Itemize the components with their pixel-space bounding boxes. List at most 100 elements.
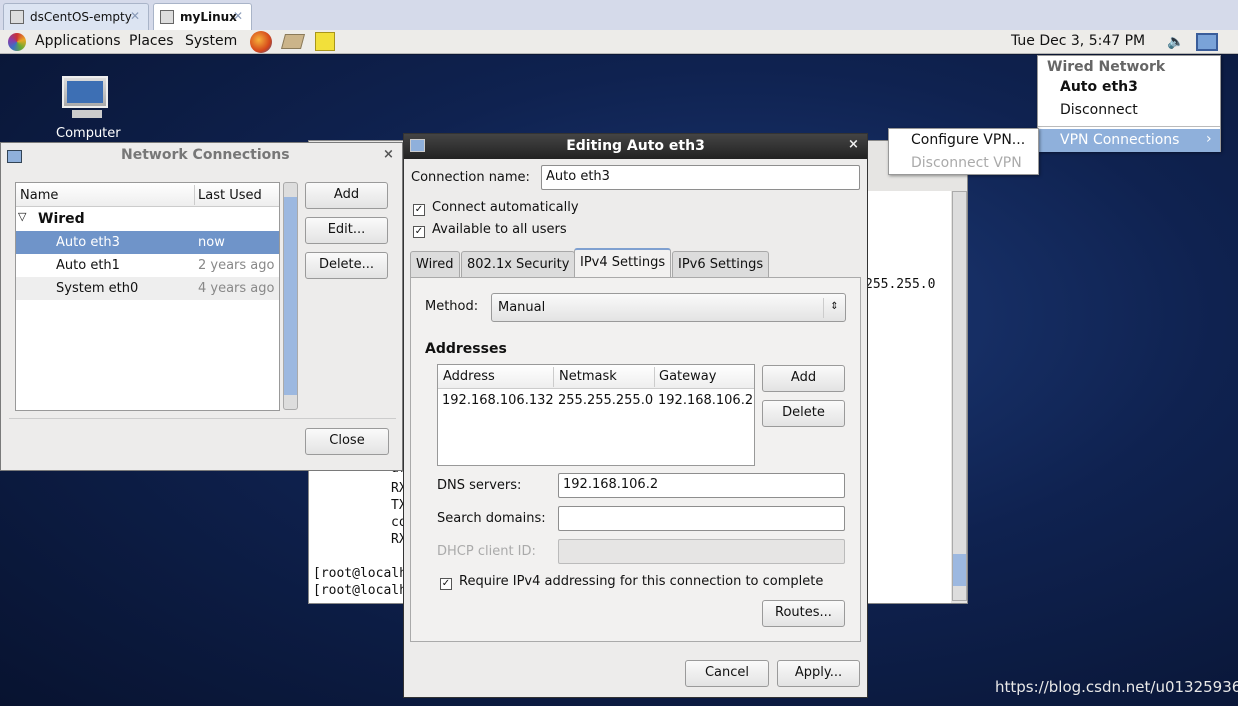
list-scrollbar[interactable] [283,182,298,410]
network-icon[interactable] [1196,33,1218,51]
require-ipv4-checkbox[interactable]: ✓ Require IPv4 addressing for this connec… [440,574,823,590]
menu-item-configure-vpn[interactable]: Configure VPN... [911,132,1025,148]
vm-tab-bar: dsCentOS-empty ✕ myLinux ✕ [0,0,1238,30]
close-button[interactable]: Close [305,428,389,455]
connections-list: Name Last Used ▽ Wired Auto eth3 now Aut… [15,182,280,411]
row-name: Auto eth1 [56,258,120,273]
column-header-netmask[interactable]: Netmask [559,369,617,384]
places-menu[interactable]: Places [129,33,174,49]
column-header-last-used[interactable]: Last Used [198,188,262,203]
firefox-icon[interactable] [250,31,272,53]
scroll-thumb[interactable] [284,197,297,395]
checkbox-label: Require IPv4 addressing for this connect… [459,574,824,589]
network-menu: Wired Network Auto eth3 Disconnect VPN C… [1037,55,1221,152]
menu-item-vpn-connections[interactable]: VPN Connections › [1038,129,1220,152]
row-last-used: now [198,235,225,250]
delete-button[interactable]: Delete... [305,252,388,279]
terminal-prompt: [root@localh [313,583,407,598]
editing-connection-dialog: Editing Auto eth3 × Connection name: Aut… [403,133,868,698]
dns-servers-input[interactable]: 192.168.106.2 [558,473,845,498]
add-button[interactable]: Add [305,182,388,209]
tab-wired[interactable]: Wired [410,251,460,277]
tab-ipv4-settings[interactable]: IPv4 Settings [574,248,672,277]
list-item[interactable]: System eth0 4 years ago [16,277,279,300]
vm-tab-active[interactable]: myLinux ✕ [153,3,252,30]
title-bar: Editing Auto eth3 × [404,134,867,159]
distro-logo-icon [8,33,26,51]
terminal-scrollbar[interactable] [952,191,967,601]
terminal-prompt: [root@localh [313,566,407,581]
cell-address: 192.168.106.132 [442,393,554,408]
apply-button[interactable]: Apply... [777,660,860,687]
edit-button[interactable]: Edit... [305,217,388,244]
watermark: https://blog.csdn.net/u013259361 [995,678,1238,696]
row-last-used: 4 years ago [198,281,275,296]
connection-name-label: Connection name: [411,170,530,185]
dhcp-client-id-label: DHCP client ID: [437,544,536,559]
top-panel: Applications Places System Tue Dec 3, 5:… [0,30,1238,54]
row-name: Auto eth3 [56,235,120,250]
volume-icon[interactable]: 🔈 [1167,34,1184,50]
tab-ipv6-settings[interactable]: IPv6 Settings [672,251,770,277]
cell-netmask: 255.255.255.0 [558,393,654,408]
checkbox-label: Available to all users [432,222,567,237]
checkbox-label: Connect automatically [432,200,579,215]
spinner-icon: ⇕ [823,298,845,318]
scroll-thumb[interactable] [953,554,966,586]
available-all-users-checkbox[interactable]: ✓ Available to all users [413,222,567,238]
menu-item-disconnect-vpn: Disconnect VPN [911,155,1022,171]
menu-item-auto-eth3[interactable]: Auto eth3 [1060,79,1138,95]
group-label: Wired [38,211,85,227]
notes-icon[interactable] [315,32,335,51]
routes-button[interactable]: Routes... [762,600,845,627]
applications-menu[interactable]: Applications [35,33,121,49]
column-header-name[interactable]: Name [20,188,58,203]
close-icon[interactable]: ✕ [130,9,140,23]
menu-header: Wired Network [1047,59,1166,75]
cancel-button[interactable]: Cancel [685,660,769,687]
window-title: Network Connections [121,147,290,163]
vm-tab-label: dsCentOS-empty [30,10,132,24]
window-title: Editing Auto eth3 [566,138,705,154]
method-label: Method: [425,299,479,314]
computer-icon[interactable] [62,76,112,122]
ipv4-panel: Method: Manual ⇕ Addresses Address Netmas… [410,277,861,642]
cell-gateway: 192.168.106.2 [658,393,754,408]
table-row[interactable]: 192.168.106.132 255.255.255.0 192.168.10… [438,392,754,412]
connection-name-input[interactable]: Auto eth3 [541,165,860,190]
addresses-heading: Addresses [425,341,507,357]
connect-automatically-checkbox[interactable]: ✓ Connect automatically [413,200,579,216]
add-address-button[interactable]: Add [762,365,845,392]
vm-icon [160,10,174,24]
delete-address-button[interactable]: Delete [762,400,845,427]
method-value: Manual [498,300,546,315]
network-connections-window: Network Connections × Name Last Used ▽ W… [0,142,403,471]
tab-bar: Wired 802.1x Security IPv4 Settings IPv6… [410,248,870,277]
list-item[interactable]: Auto eth1 2 years ago [16,254,279,277]
system-menu[interactable]: System [185,33,237,49]
close-icon[interactable]: × [383,147,394,162]
chevron-right-icon: › [1206,131,1212,147]
tab-802-1x-security[interactable]: 802.1x Security [461,251,576,277]
expander-icon[interactable]: ▽ [18,210,26,223]
column-header-gateway[interactable]: Gateway [659,369,716,384]
menu-item-disconnect[interactable]: Disconnect [1060,102,1138,118]
vm-tab-label: myLinux [180,10,237,24]
search-domains-input[interactable] [558,506,845,531]
dhcp-client-id-input [558,539,845,564]
vm-tab[interactable]: dsCentOS-empty ✕ [3,3,149,30]
mail-icon[interactable] [280,34,306,49]
list-item[interactable]: Auto eth3 now [16,231,279,254]
clock[interactable]: Tue Dec 3, 5:47 PM [1011,33,1145,49]
close-icon[interactable]: ✕ [233,9,243,23]
menu-item-label: VPN Connections [1060,132,1180,148]
search-domains-label: Search domains: [437,511,546,526]
method-select[interactable]: Manual ⇕ [491,293,846,322]
row-last-used: 2 years ago [198,258,275,273]
divider [9,418,396,419]
close-icon[interactable]: × [848,137,859,152]
network-icon [7,150,22,163]
dns-label: DNS servers: [437,478,522,493]
column-header-address[interactable]: Address [443,369,495,384]
vm-icon [10,10,24,24]
